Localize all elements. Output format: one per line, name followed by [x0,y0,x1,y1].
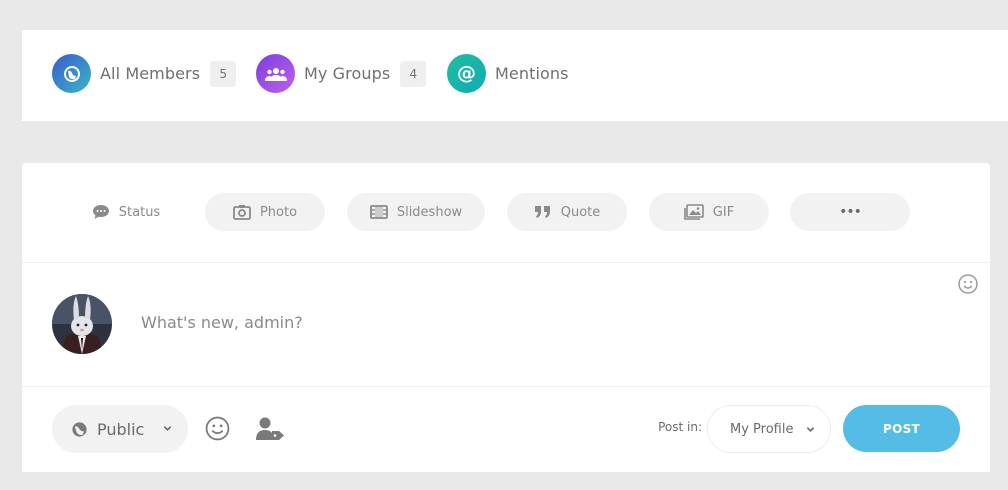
at-sign-icon: @ [447,54,486,93]
camera-icon [233,205,251,220]
more-icon: ••• [839,204,862,220]
tab-photo[interactable]: Photo [205,193,325,231]
emoji-picker-button[interactable] [957,273,979,299]
user-tag-icon [256,417,284,440]
post-in-label: Post in: [658,420,702,434]
tab-label: Status [118,204,161,220]
emoji-button[interactable] [205,416,230,441]
film-icon [369,205,388,219]
globe-icon [52,54,91,93]
post-composer-card: Status Photo Slideshow Quote GIF ••• Wha… [22,163,990,472]
tab-gif[interactable]: GIF [649,193,769,231]
globe-icon [72,421,87,437]
tag-friends-button[interactable] [255,416,285,441]
filter-label: All Members [100,64,201,83]
filter-mentions[interactable]: @ Mentions [447,54,569,93]
whats-new-input[interactable]: What's new, admin? [141,313,921,337]
smiley-icon [205,416,230,441]
tab-slideshow[interactable]: Slideshow [347,193,485,231]
smiley-icon [958,274,978,294]
tab-status[interactable]: Status [72,193,180,231]
filter-my-groups[interactable]: My Groups 4 [256,54,427,93]
filter-all-members[interactable]: All Members 5 [52,54,237,93]
post-target-select[interactable]: My Profile [707,405,831,453]
member-count-badge: 5 [210,60,237,87]
tab-more[interactable]: ••• [790,193,910,231]
divider [22,262,990,263]
users-icon [256,54,295,93]
activity-filter-bar: All Members 5 My Groups 4 @ Mentions [22,30,1008,121]
avatar [52,294,112,354]
tab-label: Quote [560,204,601,220]
chevron-down-icon [806,427,815,432]
group-count-badge: 4 [400,60,427,87]
quote-icon [534,206,550,218]
privacy-select[interactable]: Public [52,405,188,453]
post-button[interactable]: POST [843,405,960,452]
chevron-down-icon [163,426,172,431]
speech-bubble-icon [92,205,109,219]
tab-label: GIF [712,204,735,220]
tab-quote[interactable]: Quote [507,193,627,231]
rabbit-avatar-icon [52,294,112,354]
tab-label: Slideshow [396,204,463,220]
privacy-label: Public [97,419,145,439]
filter-label: Mentions [495,64,569,83]
image-icon [683,204,704,220]
filter-label: My Groups [304,64,391,83]
post-target-label: My Profile [730,421,794,437]
divider [22,386,990,387]
tab-label: Photo [259,204,298,220]
